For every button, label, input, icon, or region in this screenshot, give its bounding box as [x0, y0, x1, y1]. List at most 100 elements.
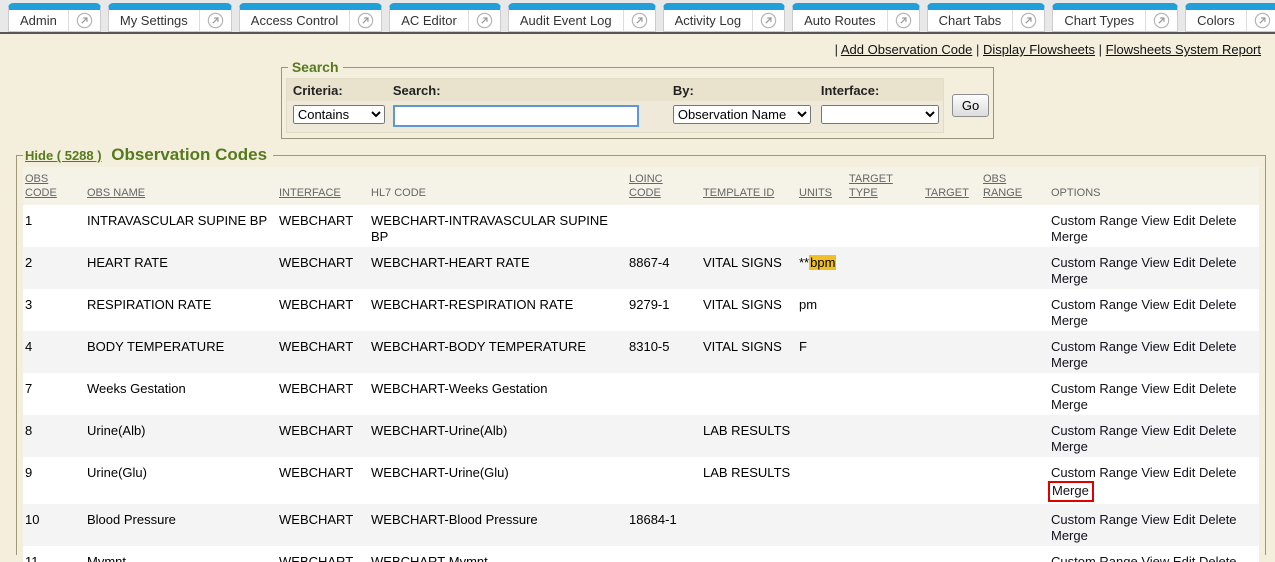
- merge-link[interactable]: Merge: [1051, 355, 1088, 370]
- delete-link[interactable]: Delete: [1199, 213, 1237, 228]
- cell-obs-code: 4: [23, 331, 85, 373]
- column-header-label[interactable]: UNITS: [799, 187, 832, 199]
- edit-link[interactable]: Edit: [1173, 297, 1195, 312]
- tab-activity-log[interactable]: Activity Log: [663, 3, 785, 32]
- edit-link[interactable]: Edit: [1173, 255, 1195, 270]
- custom-range-link[interactable]: Custom Range: [1051, 213, 1138, 228]
- criteria-select[interactable]: Contains: [293, 105, 385, 124]
- edit-link[interactable]: Edit: [1173, 512, 1195, 527]
- delete-link[interactable]: Delete: [1199, 554, 1237, 562]
- custom-range-link[interactable]: Custom Range: [1051, 339, 1138, 354]
- column-header-label[interactable]: OBS: [983, 173, 1006, 185]
- tab-chart-tabs[interactable]: Chart Tabs: [927, 3, 1046, 32]
- popout-icon[interactable]: [752, 10, 784, 31]
- view-link[interactable]: View: [1141, 339, 1169, 354]
- edit-link[interactable]: Edit: [1173, 423, 1195, 438]
- column-header-label[interactable]: TARGET: [849, 173, 893, 185]
- custom-range-link[interactable]: Custom Range: [1051, 381, 1138, 396]
- column-header-target-type[interactable]: TARGET TYPE: [847, 167, 923, 205]
- tab-access-control[interactable]: Access Control: [239, 3, 382, 32]
- units-text: **: [799, 255, 809, 270]
- hide-count-link[interactable]: Hide ( 5288 ): [25, 148, 102, 163]
- column-header-label[interactable]: CODE: [25, 187, 57, 199]
- add-observation-code-link[interactable]: Add Observation Code: [841, 42, 973, 57]
- column-header-label[interactable]: LOINC: [629, 173, 663, 185]
- view-link[interactable]: View: [1141, 465, 1169, 480]
- tab-chart-types[interactable]: Chart Types: [1052, 3, 1178, 32]
- view-link[interactable]: View: [1141, 255, 1169, 270]
- custom-range-link[interactable]: Custom Range: [1051, 512, 1138, 527]
- popout-icon[interactable]: [623, 10, 655, 31]
- column-header-label[interactable]: INTERFACE: [279, 187, 341, 199]
- column-header-target[interactable]: TARGET: [923, 167, 981, 205]
- column-header-label[interactable]: TYPE: [849, 187, 878, 199]
- custom-range-link[interactable]: Custom Range: [1051, 465, 1138, 480]
- column-header-obs-range[interactable]: OBS RANGE: [981, 167, 1049, 205]
- delete-link[interactable]: Delete: [1199, 423, 1237, 438]
- column-header-label[interactable]: OBS NAME: [87, 187, 145, 199]
- custom-range-link[interactable]: Custom Range: [1051, 554, 1138, 562]
- popout-icon[interactable]: [1145, 10, 1177, 31]
- column-header-label[interactable]: CODE: [629, 187, 661, 199]
- merge-link[interactable]: Merge: [1051, 271, 1088, 286]
- column-header-obs-code[interactable]: OBS CODE: [23, 167, 85, 205]
- popout-icon[interactable]: [887, 10, 919, 31]
- by-select[interactable]: Observation Name: [673, 105, 811, 124]
- view-link[interactable]: View: [1141, 381, 1169, 396]
- merge-link[interactable]: Merge: [1051, 229, 1088, 244]
- popout-icon[interactable]: [68, 10, 100, 31]
- edit-link[interactable]: Edit: [1173, 213, 1195, 228]
- popout-icon[interactable]: [1246, 10, 1275, 31]
- custom-range-link[interactable]: Custom Range: [1051, 297, 1138, 312]
- interface-label: Interface:: [815, 79, 943, 101]
- tab-my-settings[interactable]: My Settings: [108, 3, 232, 32]
- tab-audit-event-log[interactable]: Audit Event Log: [508, 3, 656, 32]
- view-link[interactable]: View: [1141, 554, 1169, 562]
- tab-auto-routes[interactable]: Auto Routes: [792, 3, 920, 32]
- popout-icon[interactable]: [349, 10, 381, 31]
- table-row: 3RESPIRATION RATEWEBCHARTWEBCHART-RESPIR…: [23, 289, 1259, 331]
- edit-link[interactable]: Edit: [1173, 381, 1195, 396]
- view-link[interactable]: View: [1141, 297, 1169, 312]
- view-link[interactable]: View: [1141, 512, 1169, 527]
- go-button[interactable]: Go: [952, 94, 989, 117]
- edit-link[interactable]: Edit: [1173, 339, 1195, 354]
- delete-link[interactable]: Delete: [1199, 255, 1237, 270]
- merge-link[interactable]: Merge: [1051, 528, 1088, 543]
- delete-link[interactable]: Delete: [1199, 465, 1237, 480]
- column-header-label[interactable]: TEMPLATE ID: [703, 187, 774, 199]
- merge-link[interactable]: Merge: [1051, 313, 1088, 328]
- popout-icon[interactable]: [468, 10, 500, 31]
- tab-admin[interactable]: Admin: [8, 3, 101, 32]
- column-header-units[interactable]: UNITS: [797, 167, 847, 205]
- column-header-loinc-code[interactable]: LOINC CODE: [627, 167, 701, 205]
- delete-link[interactable]: Delete: [1199, 381, 1237, 396]
- view-link[interactable]: View: [1141, 423, 1169, 438]
- merge-link[interactable]: Merge: [1051, 439, 1088, 454]
- edit-link[interactable]: Edit: [1173, 554, 1195, 562]
- tab-ac-editor[interactable]: AC Editor: [389, 3, 501, 32]
- flowsheets-system-report-link[interactable]: Flowsheets System Report: [1106, 42, 1261, 57]
- tab-colors[interactable]: Colors: [1185, 3, 1275, 32]
- interface-select[interactable]: [821, 105, 939, 124]
- column-header-template-id[interactable]: TEMPLATE ID: [701, 167, 797, 205]
- popout-icon[interactable]: [199, 10, 231, 31]
- display-flowsheets-link[interactable]: Display Flowsheets: [983, 42, 1095, 57]
- column-header-interface[interactable]: INTERFACE: [277, 167, 369, 205]
- column-header-label[interactable]: OBS: [25, 173, 48, 185]
- column-header-label[interactable]: RANGE: [983, 187, 1022, 199]
- delete-link[interactable]: Delete: [1199, 512, 1237, 527]
- merge-link[interactable]: Merge: [1052, 483, 1089, 498]
- cell-target-type: [847, 373, 923, 415]
- column-header-label[interactable]: TARGET: [925, 187, 969, 199]
- delete-link[interactable]: Delete: [1199, 339, 1237, 354]
- custom-range-link[interactable]: Custom Range: [1051, 423, 1138, 438]
- column-header-obs-name[interactable]: OBS NAME: [85, 167, 277, 205]
- delete-link[interactable]: Delete: [1199, 297, 1237, 312]
- popout-icon[interactable]: [1012, 10, 1044, 31]
- merge-link[interactable]: Merge: [1051, 397, 1088, 412]
- custom-range-link[interactable]: Custom Range: [1051, 255, 1138, 270]
- view-link[interactable]: View: [1141, 213, 1169, 228]
- search-input[interactable]: [393, 105, 639, 127]
- edit-link[interactable]: Edit: [1173, 465, 1195, 480]
